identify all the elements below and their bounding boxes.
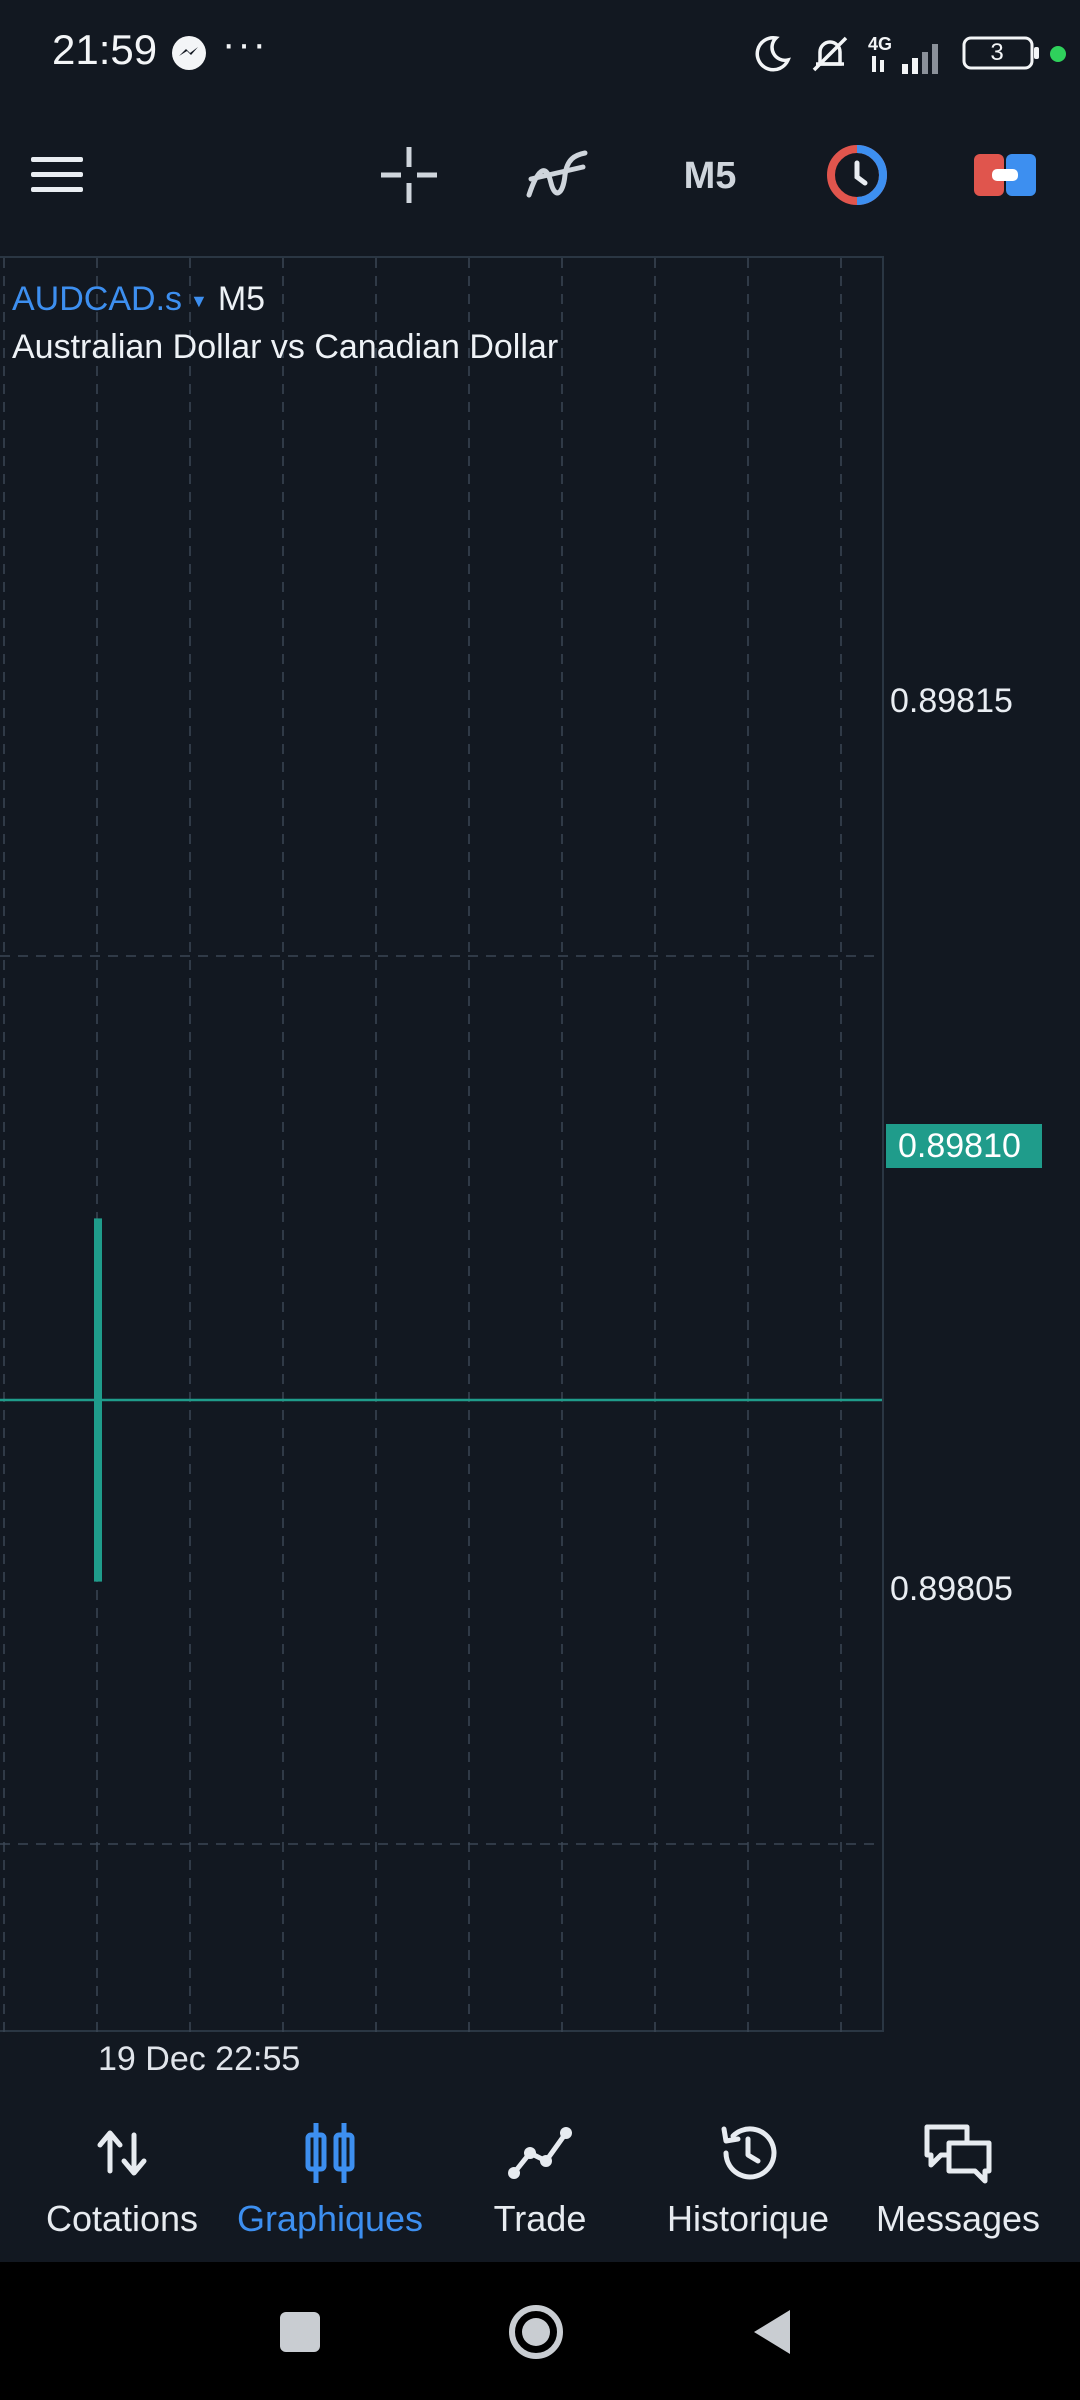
dropdown-arrow-icon[interactable]: ▼: [190, 291, 208, 311]
nav-label-trade: Trade: [493, 2198, 587, 2239]
chart-canvas[interactable]: [0, 258, 884, 2034]
muted-bell-icon: [812, 36, 848, 72]
current-price-tag: 0.89810: [886, 1124, 1042, 1168]
bottom-navigation: Cotations Graphiques Trade Historique Me…: [0, 2100, 1080, 2262]
timeframe-button[interactable]: M5: [670, 148, 750, 204]
nav-label-graphiques: Graphiques: [236, 2198, 424, 2239]
nav-tab-messages[interactable]: Messages: [850, 2100, 1066, 2262]
messenger-icon: [172, 36, 206, 70]
trend-line-icon: [508, 2127, 572, 2179]
svg-text:4G: 4G: [868, 34, 892, 54]
nav-label-messages: Messages: [875, 2198, 1041, 2239]
nav-label-cotations: Cotations: [45, 2198, 199, 2239]
chart-toolbar: M5: [0, 120, 1080, 230]
nav-tab-trade[interactable]: Trade: [432, 2100, 648, 2262]
crosshair-icon: [381, 147, 437, 203]
nav-label-historique: Historique: [666, 2198, 830, 2239]
price-chart[interactable]: [0, 256, 884, 2034]
indicators-button[interactable]: [522, 140, 592, 210]
hamburger-menu-icon: [31, 157, 83, 192]
indicator-wave-icon: [526, 150, 588, 198]
candlestick: [94, 1218, 102, 1582]
more-notifications-icon: ···: [222, 22, 268, 66]
chart-timeframe: M5: [217, 280, 266, 318]
nav-tab-cotations[interactable]: Cotations: [14, 2100, 230, 2262]
crosshair-button[interactable]: [374, 140, 444, 210]
history-icon: [721, 2126, 777, 2180]
chart-symbol-line: AUDCAD.s ▼ M5: [12, 280, 265, 319]
candles-icon: [305, 2123, 355, 2183]
new-order-button[interactable]: [970, 140, 1040, 210]
status-time: 21:59: [52, 26, 158, 73]
do-not-disturb-moon-icon: [755, 36, 791, 72]
chat-bubbles-icon: [924, 2124, 992, 2184]
symbol-description: Australian Dollar vs Canadian Dollar: [12, 328, 559, 366]
time-axis-label: 19 Dec 22:55: [98, 2040, 301, 2078]
privacy-indicator-dot: [1050, 46, 1066, 62]
one-click-trading-button[interactable]: [822, 140, 892, 210]
system-navigation-bar: [0, 2262, 1080, 2400]
home-circle-icon[interactable]: [506, 2302, 566, 2362]
nav-tab-historique[interactable]: Historique: [640, 2100, 856, 2262]
symbol-selector[interactable]: AUDCAD.s: [12, 280, 182, 318]
menu-button[interactable]: [22, 140, 92, 210]
price-level-label: 0.89815: [890, 682, 1013, 720]
price-level-label: 0.89805: [890, 1570, 1013, 1608]
clock-half-icon: [827, 145, 887, 205]
signal-4g-icon: 4G: [868, 34, 938, 74]
status-bar: 21:59 ··· 4G 3: [0, 0, 1080, 108]
arrows-up-down-icon: [97, 2130, 147, 2176]
back-triangle-icon[interactable]: [742, 2302, 802, 2362]
recent-apps-square-icon[interactable]: [270, 2302, 330, 2362]
battery-level: 3: [990, 39, 1004, 66]
nav-tab-graphiques[interactable]: Graphiques: [222, 2100, 438, 2262]
buy-sell-icon: [974, 154, 1036, 196]
